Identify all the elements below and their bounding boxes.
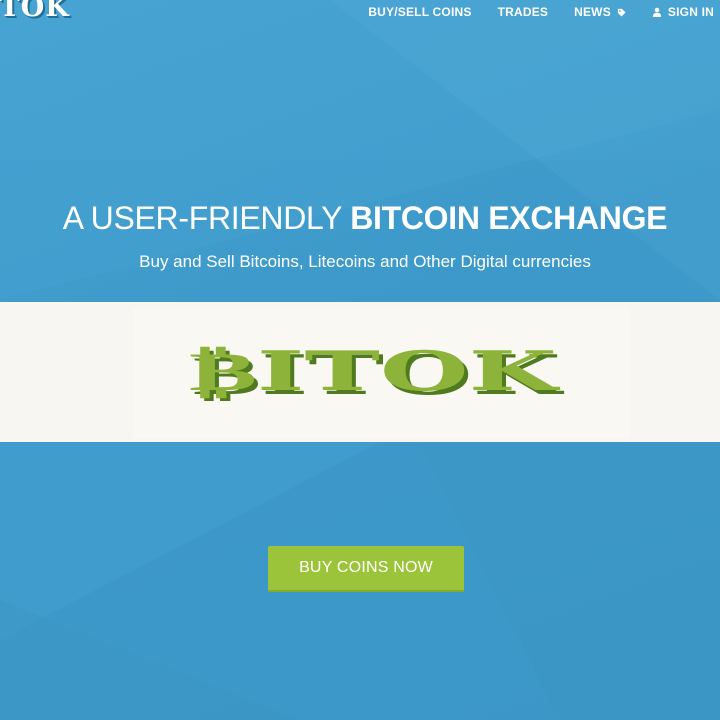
hero-title-light: A USER-FRIENDLY [62, 200, 351, 236]
hero-title-bold: BITCOIN EXCHANGE [350, 200, 668, 236]
tag-icon [617, 8, 626, 17]
nav-trades[interactable]: TRADES [498, 5, 549, 19]
hero-title: A USER-FRIENDLY BITCOIN EXCHANGE [0, 196, 720, 240]
nav-sign-in-label: SIGN IN [667, 5, 714, 19]
nav-buy-sell-coins[interactable]: BUY/SELL COINS [368, 5, 471, 19]
nav-sign-in[interactable]: SIGN IN [652, 5, 714, 19]
top-navigation-bar: ITOK BUY/SELL COINS TRADES NEWS SI [0, 0, 720, 26]
nav-news[interactable]: NEWS [574, 5, 626, 19]
buy-coins-now-button[interactable]: BUY COINS NOW [268, 546, 464, 592]
banner-logo-text: ₿ITOK [189, 345, 561, 401]
user-icon [652, 7, 662, 17]
nav-buy-sell-label: BUY/SELL COINS [368, 5, 472, 19]
nav-trades-label: TRADES [497, 5, 549, 19]
nav-news-label: NEWS [574, 5, 611, 19]
page: ITOK BUY/SELL COINS TRADES NEWS SI [0, 0, 720, 720]
site-logo[interactable]: ITOK [0, 0, 70, 23]
main-nav: BUY/SELL COINS TRADES NEWS SIGN IN [368, 5, 714, 19]
bitok-banner-logo: ₿ITOK ₿ITOK [189, 345, 565, 401]
hero-subtitle: Buy and Sell Bitcoins, Litecoins and Oth… [139, 252, 591, 271]
